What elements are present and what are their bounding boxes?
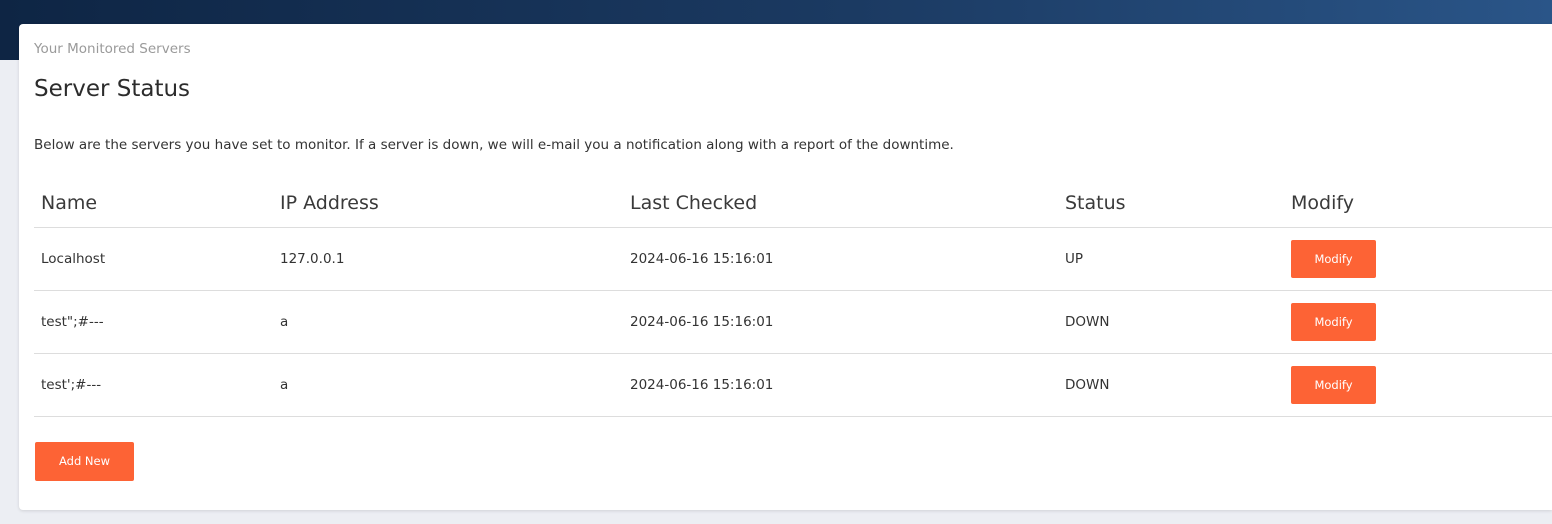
server-name: test";#--- [34, 290, 273, 354]
modify-cell: Modify [1284, 290, 1552, 354]
server-last-checked: 2024-06-16 15:16:01 [623, 227, 1058, 291]
table-row: Localhost 127.0.0.1 2024-06-16 15:16:01 … [34, 227, 1552, 291]
page-title: Server Status [34, 76, 191, 102]
column-header-ip-address: IP Address [273, 178, 623, 228]
modify-button[interactable]: Modify [1291, 240, 1376, 278]
server-last-checked: 2024-06-16 15:16:01 [623, 353, 1058, 417]
modify-cell: Modify [1284, 227, 1552, 291]
server-status-card: Your Monitored Servers Server Status Bel… [19, 24, 1552, 510]
server-ip: 127.0.0.1 [273, 227, 623, 291]
server-last-checked: 2024-06-16 15:16:01 [623, 290, 1058, 354]
server-name: test';#--- [34, 353, 273, 417]
servers-table: Name IP Address Last Checked Status Modi… [34, 178, 1552, 417]
server-status: DOWN [1058, 353, 1284, 417]
table-row: test';#--- a 2024-06-16 15:16:01 DOWN Mo… [34, 353, 1552, 417]
modify-button[interactable]: Modify [1291, 303, 1376, 341]
column-header-modify: Modify [1284, 178, 1552, 228]
table-header-row: Name IP Address Last Checked Status Modi… [34, 178, 1552, 228]
card-description: Below are the servers you have set to mo… [34, 137, 954, 153]
server-status: DOWN [1058, 290, 1284, 354]
server-name: Localhost [34, 227, 273, 291]
add-new-button[interactable]: Add New [35, 442, 134, 481]
table-row: test";#--- a 2024-06-16 15:16:01 DOWN Mo… [34, 290, 1552, 354]
server-ip: a [273, 290, 623, 354]
column-header-status: Status [1058, 178, 1284, 228]
column-header-name: Name [34, 178, 273, 228]
server-ip: a [273, 353, 623, 417]
server-status: UP [1058, 227, 1284, 291]
card-subtitle: Your Monitored Servers [34, 41, 191, 57]
column-header-last-checked: Last Checked [623, 178, 1058, 228]
modify-cell: Modify [1284, 353, 1552, 417]
servers-table-wrapper: Name IP Address Last Checked Status Modi… [34, 178, 1552, 417]
modify-button[interactable]: Modify [1291, 366, 1376, 404]
